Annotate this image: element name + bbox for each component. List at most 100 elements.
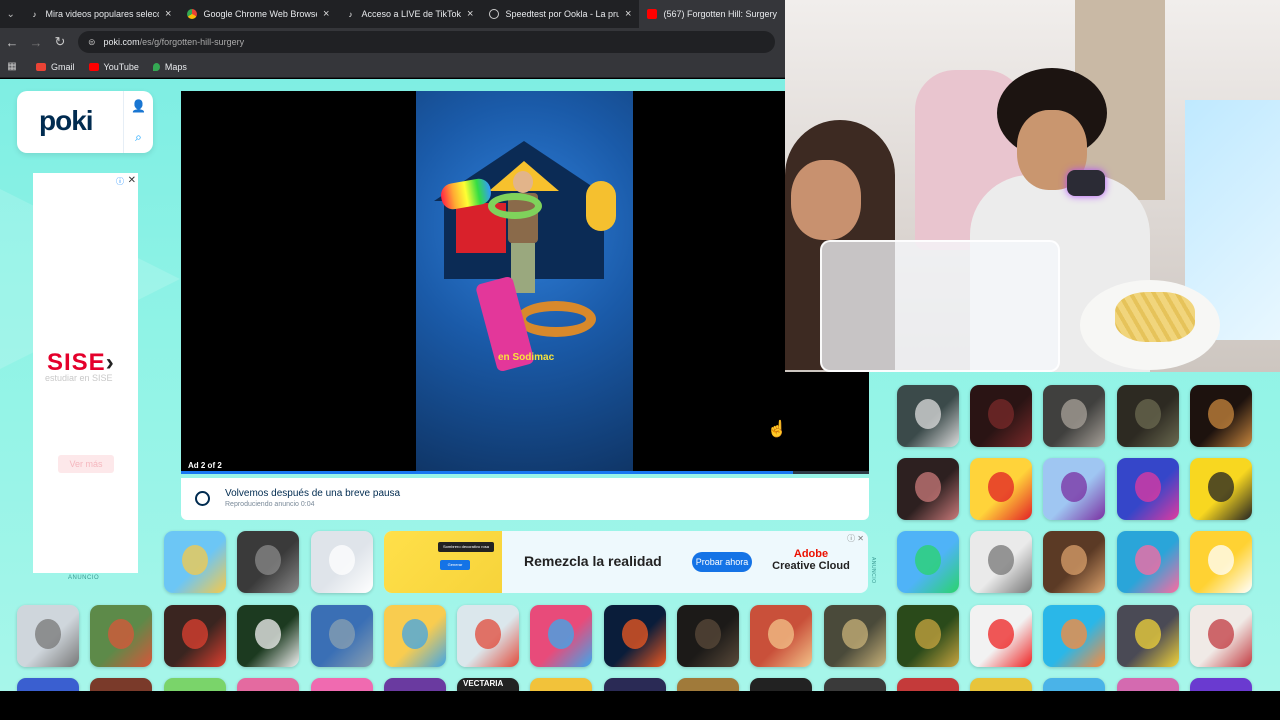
tab-title: (567) Forgotten Hill: Surgery: [663, 9, 777, 19]
left-ad[interactable]: ⓘ ✕ SISE› estudiar en SISE Ver más: [33, 173, 138, 573]
browser-tab[interactable]: ♪ Acceso a LIVE de TikTok ×: [337, 0, 481, 28]
game-tile-partial[interactable]: [90, 678, 152, 691]
adobe-ad[interactable]: Sombrero decorativo rosa Generar Remezcl…: [384, 531, 868, 593]
game-tile[interactable]: [90, 605, 152, 667]
game-tile-partial[interactable]: [604, 678, 666, 691]
close-icon[interactable]: ⓘ ✕: [847, 533, 864, 544]
game-tile-partial[interactable]: [897, 678, 959, 691]
game-tile[interactable]: [604, 605, 666, 667]
bookmark-gmail[interactable]: Gmail: [36, 62, 75, 72]
game-tile[interactable]: [457, 605, 519, 667]
hand-cursor-icon: ☝: [767, 419, 787, 438]
user-icon[interactable]: 👤: [131, 99, 146, 113]
close-icon[interactable]: ×: [467, 8, 473, 20]
game-tile-partial[interactable]: [237, 678, 299, 691]
site-info-icon[interactable]: ⊜: [88, 37, 96, 48]
close-icon[interactable]: ×: [625, 8, 631, 20]
game-tile[interactable]: [897, 458, 959, 520]
close-icon[interactable]: ×: [323, 8, 329, 20]
game-tile[interactable]: [311, 531, 373, 593]
bookmarks-bar: ▦ Gmail YouTube Maps: [0, 56, 785, 78]
game-tile[interactable]: [1043, 458, 1105, 520]
bookmark-maps[interactable]: Maps: [152, 62, 187, 72]
game-tile[interactable]: [17, 605, 79, 667]
game-tile-label: VECTARIA: [463, 679, 504, 688]
probar-ahora-button[interactable]: Probar ahora: [692, 552, 752, 572]
game-tile[interactable]: [970, 385, 1032, 447]
bookmark-youtube[interactable]: YouTube: [88, 62, 139, 72]
game-tile-partial[interactable]: [1117, 678, 1179, 691]
game-tile[interactable]: [897, 531, 959, 593]
tab-title: Mira videos populares seleccion: [45, 9, 159, 19]
game-tile[interactable]: [677, 605, 739, 667]
game-tile-partial[interactable]: [384, 678, 446, 691]
browser-tab[interactable]: Speedtest por Ookla - La prueb ×: [481, 0, 639, 28]
game-tile[interactable]: [970, 531, 1032, 593]
game-tile-partial[interactable]: [750, 678, 812, 691]
game-tile[interactable]: [1043, 385, 1105, 447]
address-bar: ← → ↻ ⊜ poki.com /es/g/forgotten-hill-su…: [0, 28, 785, 56]
game-tile-partial[interactable]: [311, 678, 373, 691]
youtube-icon: [647, 9, 658, 19]
game-tile-partial[interactable]: [677, 678, 739, 691]
game-tile[interactable]: [237, 605, 299, 667]
game-tile[interactable]: [237, 531, 299, 593]
game-tile-partial[interactable]: [1043, 678, 1105, 691]
back-icon[interactable]: ←: [0, 35, 24, 50]
url-path: /es/g/forgotten-hill-surgery: [139, 37, 245, 47]
game-tile-partial[interactable]: [824, 678, 886, 691]
game-tile[interactable]: [750, 605, 812, 667]
reload-icon[interactable]: ↻: [48, 34, 72, 50]
game-tile[interactable]: [311, 605, 373, 667]
youtube-icon: [88, 62, 99, 71]
game-tile[interactable]: [1117, 605, 1179, 667]
url-input[interactable]: ⊜ poki.com /es/g/forgotten-hill-surgery: [78, 31, 775, 53]
poki-logo[interactable]: poki: [39, 105, 94, 137]
game-tile-partial[interactable]: [17, 678, 79, 691]
tab-search-icon[interactable]: ⌄: [0, 0, 21, 28]
browser-tab[interactable]: ♪ Mira videos populares seleccion ×: [21, 0, 179, 28]
game-tile[interactable]: [897, 605, 959, 667]
game-tile[interactable]: [384, 605, 446, 667]
ver-mas-button[interactable]: Ver más: [58, 455, 114, 473]
game-tile-partial[interactable]: [970, 678, 1032, 691]
game-tile-partial[interactable]: [530, 678, 592, 691]
ad-info-icon[interactable]: ⓘ: [116, 176, 124, 187]
pause-notice: Volvemos después de una breve pausa Repr…: [181, 478, 869, 520]
forward-icon[interactable]: →: [24, 35, 48, 50]
game-tile[interactable]: [1117, 458, 1179, 520]
close-icon[interactable]: ×: [165, 8, 171, 20]
game-tile[interactable]: [970, 458, 1032, 520]
game-tile-partial[interactable]: [1190, 678, 1252, 691]
ad-counter: Ad 2 of 2: [188, 461, 222, 470]
game-tile[interactable]: [1043, 531, 1105, 593]
chrome-icon: [187, 9, 198, 19]
game-tile[interactable]: [1190, 531, 1252, 593]
ad-generate-pill: Generar: [440, 560, 470, 570]
apps-icon[interactable]: ▦: [0, 61, 24, 72]
browser-tab-active[interactable]: (567) Forgotten Hill: Surgery: [639, 0, 785, 28]
game-tile[interactable]: [1043, 605, 1105, 667]
game-tile[interactable]: [1117, 531, 1179, 593]
game-tile-partial[interactable]: VECTARIA: [457, 678, 519, 691]
game-tile[interactable]: [897, 385, 959, 447]
yellow-float: [586, 181, 616, 231]
game-tile-partial[interactable]: [164, 678, 226, 691]
game-tile[interactable]: [164, 605, 226, 667]
ad-label: ANUNCIO: [68, 575, 100, 581]
webcam-overlay: [785, 0, 1280, 372]
game-tile[interactable]: [1117, 385, 1179, 447]
game-tile[interactable]: [1190, 605, 1252, 667]
video-ad-player[interactable]: en Sodimac Ad 2 of 2: [181, 91, 869, 474]
ad-headline: Remezcla la realidad: [524, 553, 662, 569]
game-tile[interactable]: [530, 605, 592, 667]
browser-tab[interactable]: Google Chrome Web Browser ×: [179, 0, 337, 28]
game-tile[interactable]: [970, 605, 1032, 667]
game-tile[interactable]: [164, 531, 226, 593]
close-icon[interactable]: ✕: [128, 175, 136, 186]
tiktok-icon: ♪: [32, 9, 37, 19]
search-icon[interactable]: ⌕: [135, 130, 142, 145]
game-tile[interactable]: [824, 605, 886, 667]
game-tile[interactable]: [1190, 458, 1252, 520]
game-tile[interactable]: [1190, 385, 1252, 447]
